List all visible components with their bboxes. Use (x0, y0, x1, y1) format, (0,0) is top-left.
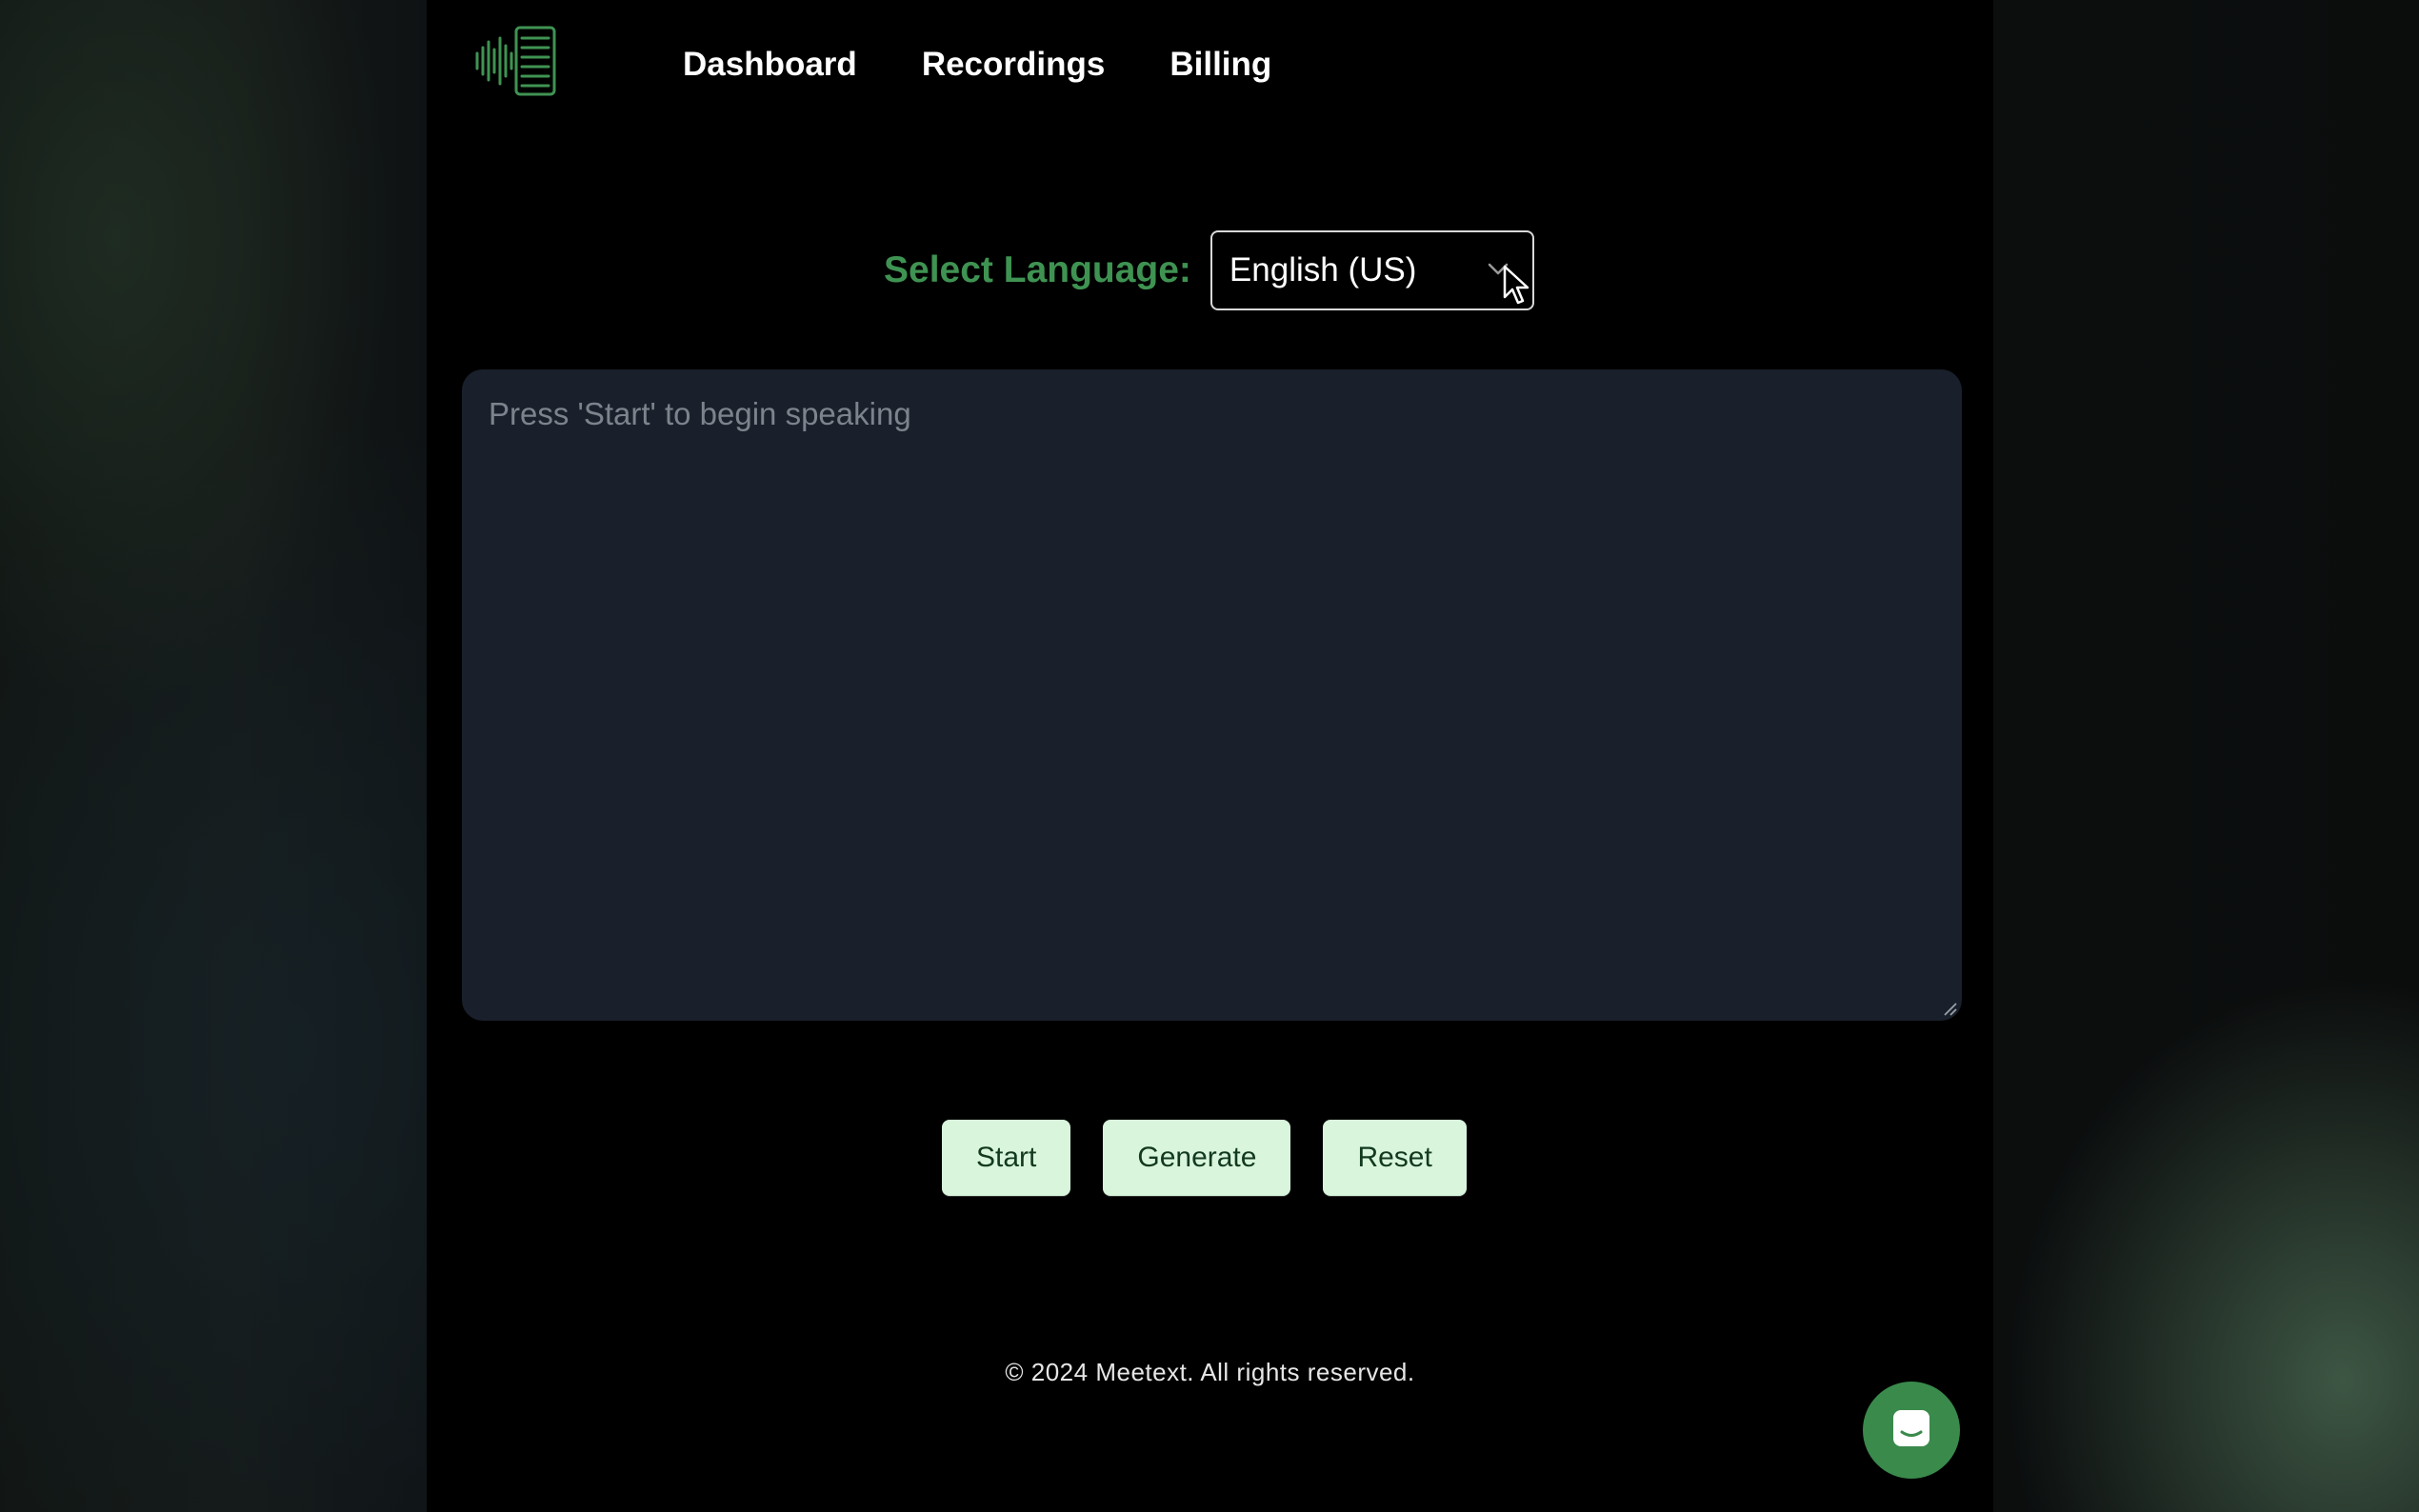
language-label: Select Language: (884, 249, 1191, 290)
nav-billing[interactable]: Billing (1170, 46, 1271, 84)
main-nav: Dashboard Recordings Billing (683, 46, 1271, 84)
app-window: Dashboard Recordings Billing Select Lang… (427, 0, 1993, 1512)
top-nav-bar: Dashboard Recordings Billing (427, 0, 1993, 133)
language-selector-row: Select Language: English (US) (884, 229, 1534, 311)
transcript-textarea[interactable]: Press 'Start' to begin speaking (462, 369, 1962, 1021)
footer-copyright: © 2024 Meetext. All rights reserved. (1005, 1358, 1415, 1386)
app-logo-icon[interactable] (474, 25, 558, 97)
mouse-pointer-icon (1502, 265, 1530, 307)
nav-dashboard[interactable]: Dashboard (683, 46, 857, 84)
action-buttons: Start Generate Reset (942, 1120, 1467, 1196)
resize-handle-icon[interactable] (1941, 1000, 1958, 1017)
chat-launcher-button[interactable] (1863, 1382, 1960, 1479)
start-button[interactable]: Start (942, 1120, 1071, 1196)
language-selected-value: English (US) (1229, 251, 1417, 288)
transcript-placeholder: Press 'Start' to begin speaking (489, 396, 911, 431)
reset-button[interactable]: Reset (1323, 1120, 1467, 1196)
language-select[interactable]: English (US) (1210, 230, 1534, 310)
nav-recordings[interactable]: Recordings (922, 46, 1106, 84)
chat-bubble-icon (1889, 1405, 1934, 1456)
generate-button[interactable]: Generate (1103, 1120, 1291, 1196)
